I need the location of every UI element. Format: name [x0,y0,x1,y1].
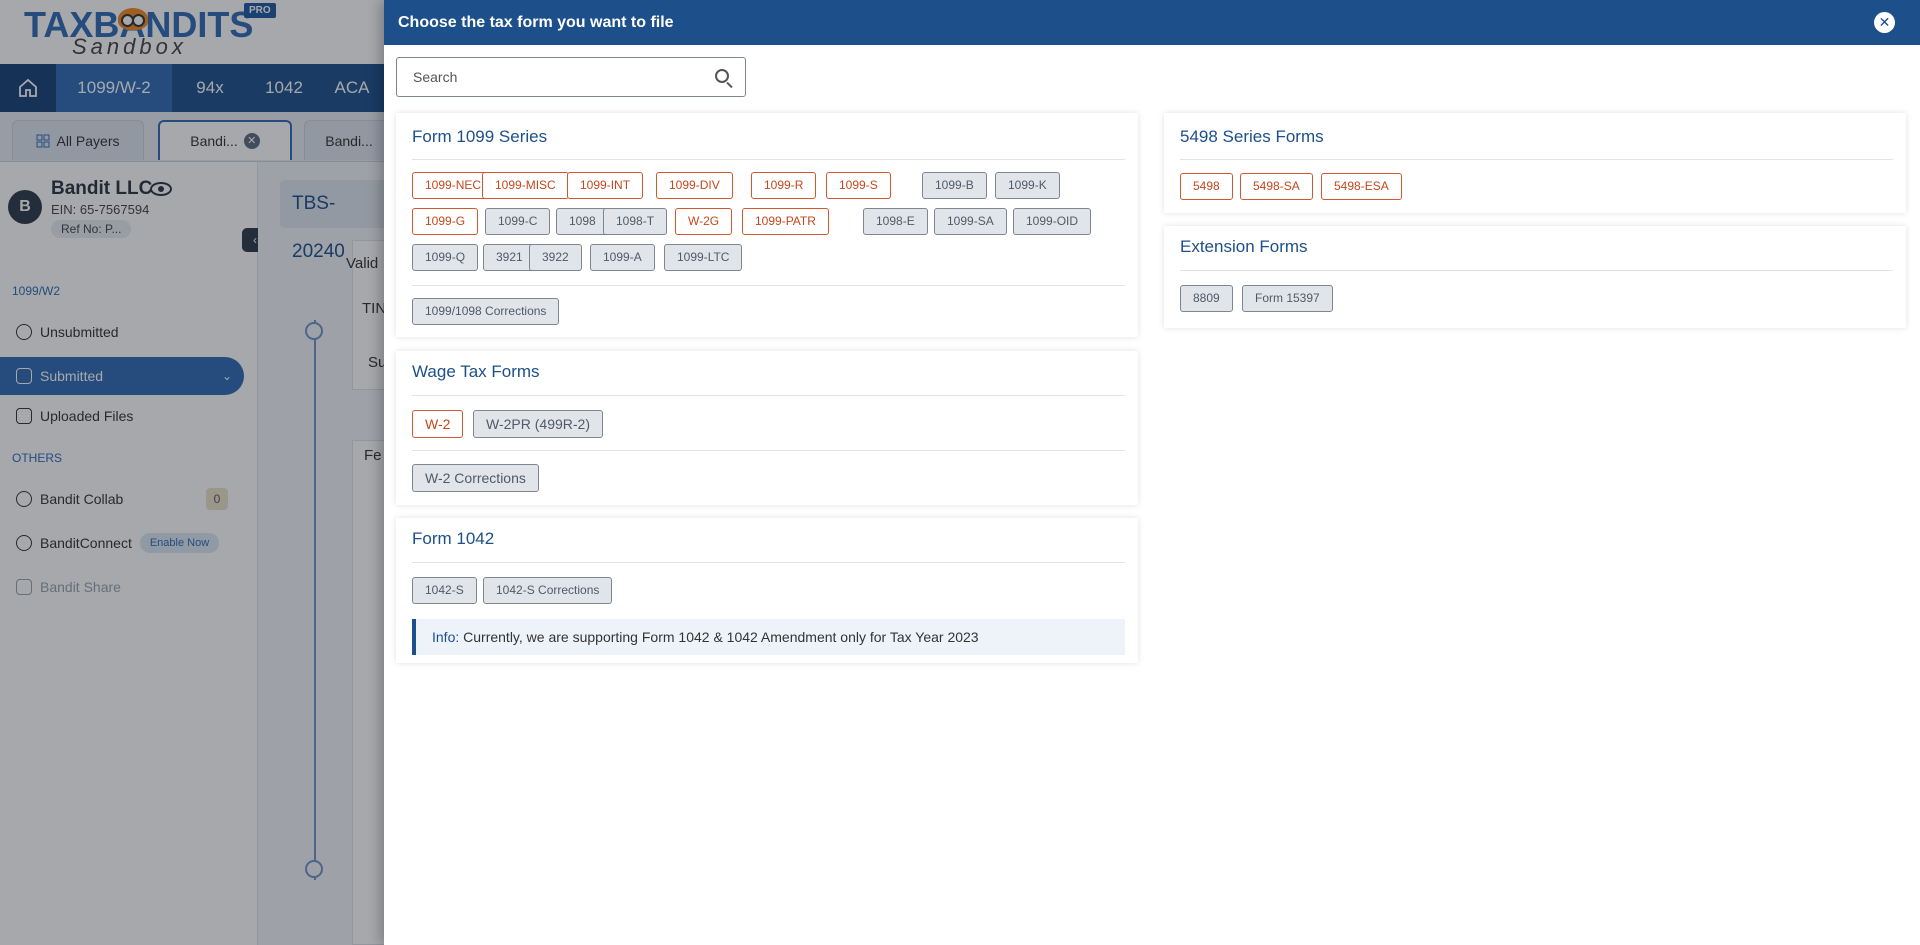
form-chip-w-2-corrections[interactable]: W-2 Corrections [412,464,539,492]
modal-backdrop[interactable] [0,0,384,945]
form-chip-form-15397[interactable]: Form 15397 [1242,285,1333,312]
form-chip-1099-div[interactable]: 1099-DIV [656,172,733,199]
form-chip-1099-g[interactable]: 1099-G [412,208,479,235]
dialog-header: Choose the tax form you want to file ✕ [384,0,1920,45]
form-chip-1099-ltc[interactable]: 1099-LTC [664,244,743,271]
form-chip-1098-e[interactable]: 1098-E [863,208,928,235]
divider [1180,159,1893,160]
panel-1099-title: Form 1099 Series [412,127,548,146]
form-chip-1042-s-corrections[interactable]: 1042-S Corrections [483,577,613,604]
divider [412,159,1125,160]
form-chip-1099-sa[interactable]: 1099-SA [934,208,1007,235]
form-chip-1099-int[interactable]: 1099-INT [567,172,644,199]
panel-form-1042: Form 1042 1042-S 1042-S Corrections Info… [396,518,1138,663]
info-notice: Info: Currently, we are supporting Form … [412,619,1125,655]
close-icon[interactable]: ✕ [1874,12,1895,33]
form-chip-1099-a[interactable]: 1099-A [590,244,655,271]
panel-wage-title: Wage Tax Forms [412,362,540,381]
panel-wage-tax: Wage Tax Forms W-2 W-2PR (499R-2) W-2 Co… [396,351,1138,505]
form-chip-w-2[interactable]: W-2 [412,410,464,438]
dialog-title: Choose the tax form you want to file [398,14,674,31]
divider [412,285,1125,286]
info-text: Currently, we are supporting Form 1042 &… [459,629,979,645]
panel-1099-series: Form 1099 Series 1099-NEC 1099-MISC 1099-I… [396,113,1138,337]
form-chip-3921[interactable]: 3921 [483,244,536,271]
panel-1042-title: Form 1042 [412,529,495,548]
form-chip-1042-s[interactable]: 1042-S [412,577,477,604]
form-chip-1099-patr[interactable]: 1099-PATR [742,208,829,235]
search-icon[interactable] [715,69,729,83]
form-chip-1098-t[interactable]: 1098-T [603,208,668,235]
choose-form-dialog: Choose the tax form you want to file ✕ F… [384,0,1920,945]
form-chip-1099-k[interactable]: 1099-K [995,172,1060,199]
form-chip-5498[interactable]: 5498 [1180,173,1233,200]
panel-5498-title: 5498 Series Forms [1180,127,1324,146]
form-chip-w-2g[interactable]: W-2G [675,208,733,235]
divider [412,562,1125,563]
divider [412,395,1125,396]
panel-extension-forms: Extension Forms 8809 Form 15397 [1164,226,1906,328]
form-chip-3922[interactable]: 3922 [529,244,582,271]
search-box [396,57,746,97]
form-chip-1099-1098-corrections[interactable]: 1099/1098 Corrections [412,298,560,325]
form-chip-1099-r[interactable]: 1099-R [751,172,817,199]
form-chip-1099-q[interactable]: 1099-Q [412,244,479,271]
form-chip-1099-c[interactable]: 1099-C [485,208,551,235]
panel-5498-series: 5498 Series Forms 5498 5498-SA 5498-ESA [1164,113,1906,213]
form-chip-1099-s[interactable]: 1099-S [826,172,891,199]
form-chip-5498-esa[interactable]: 5498-ESA [1321,173,1402,200]
form-chip-1099-oid[interactable]: 1099-OID [1013,208,1092,235]
info-label: Info: [432,629,460,645]
form-chip-8809[interactable]: 8809 [1180,285,1233,312]
divider [412,450,1125,451]
form-chip-1098[interactable]: 1098 [556,208,609,235]
search-input[interactable] [397,58,697,96]
form-chip-w-2pr[interactable]: W-2PR (499R-2) [473,410,603,438]
form-chip-1099-b[interactable]: 1099-B [922,172,987,199]
divider [1180,270,1893,271]
panel-extension-title: Extension Forms [1180,237,1308,256]
form-chip-5498-sa[interactable]: 5498-SA [1240,173,1313,200]
form-chip-1099-misc[interactable]: 1099-MISC [482,172,569,199]
